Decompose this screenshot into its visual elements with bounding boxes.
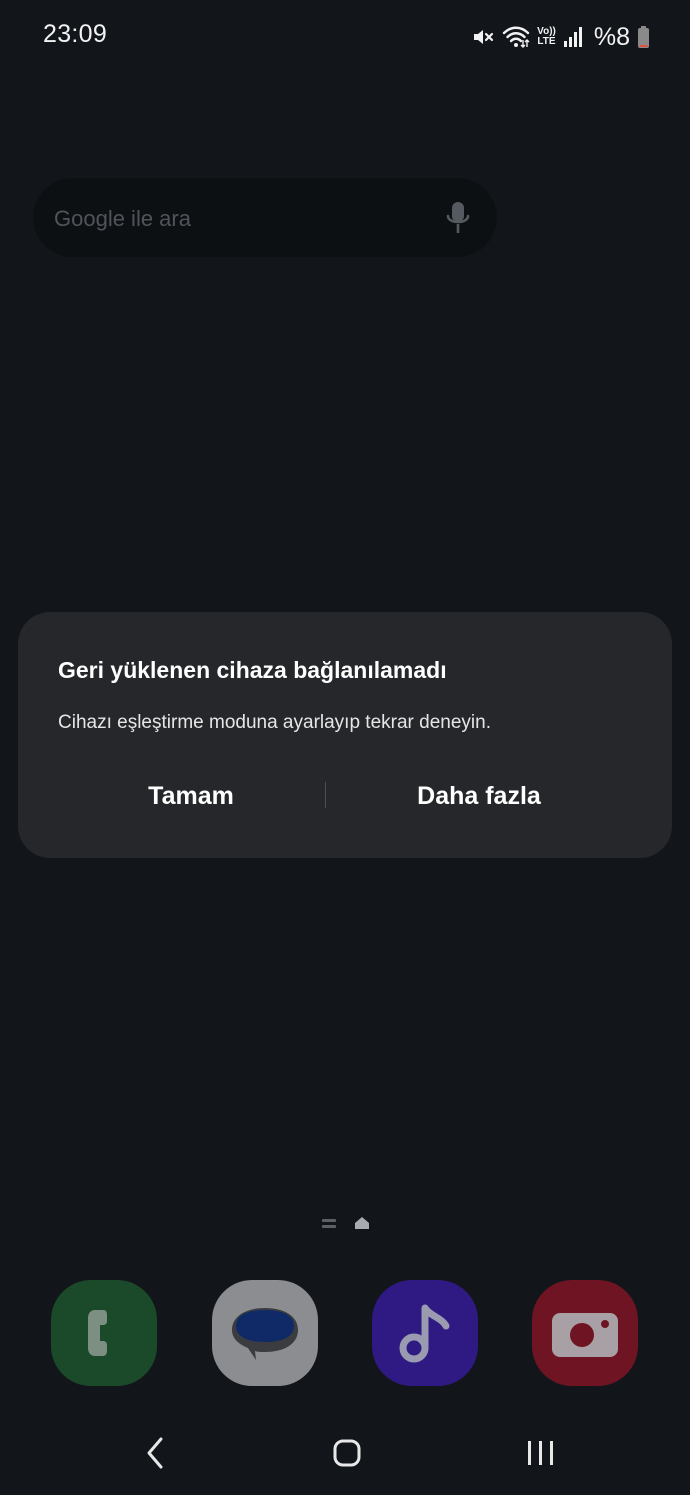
music-app[interactable] bbox=[372, 1280, 478, 1386]
status-time: 23:09 bbox=[43, 20, 108, 48]
dialog-button-divider bbox=[325, 782, 326, 808]
page-list-indicator-icon[interactable] bbox=[322, 1217, 336, 1235]
back-button[interactable] bbox=[125, 1430, 185, 1476]
signal-icon bbox=[563, 26, 583, 48]
recents-icon bbox=[511, 1441, 571, 1480]
battery-icon bbox=[637, 25, 650, 49]
home-icon bbox=[317, 1439, 377, 1480]
back-icon bbox=[125, 1437, 185, 1480]
dialog-message: Cihazı eşleştirme moduna ayarlayıp tekra… bbox=[58, 712, 491, 733]
mic-icon[interactable] bbox=[445, 200, 471, 241]
messages-app[interactable] bbox=[212, 1280, 318, 1386]
status-bar: 23:09 Vo)) LTE %8 bbox=[0, 0, 690, 74]
camera-app[interactable] bbox=[532, 1280, 638, 1386]
ok-button[interactable]: Tamam bbox=[41, 776, 341, 816]
status-icons: Vo)) LTE %8 bbox=[471, 20, 650, 54]
dialog-title: Geri yüklenen cihaza bağlanılamadı bbox=[58, 657, 447, 683]
volte-icon: Vo)) LTE bbox=[537, 26, 556, 47]
search-placeholder: Google ile ara bbox=[54, 206, 191, 231]
recents-button[interactable] bbox=[511, 1430, 571, 1476]
wifi-icon bbox=[502, 25, 530, 49]
battery-percent: %8 bbox=[593, 22, 630, 51]
mute-icon bbox=[471, 25, 495, 49]
search-bar[interactable]: Google ile ara bbox=[33, 178, 497, 257]
error-dialog: Geri yüklenen cihaza bağlanılamadı Cihaz… bbox=[18, 612, 672, 858]
phone-app[interactable] bbox=[51, 1280, 157, 1386]
home-page-indicator-icon[interactable] bbox=[354, 1216, 370, 1235]
page-indicator bbox=[322, 1216, 370, 1235]
home-button[interactable] bbox=[317, 1430, 377, 1476]
more-button[interactable]: Daha fazla bbox=[329, 776, 629, 816]
